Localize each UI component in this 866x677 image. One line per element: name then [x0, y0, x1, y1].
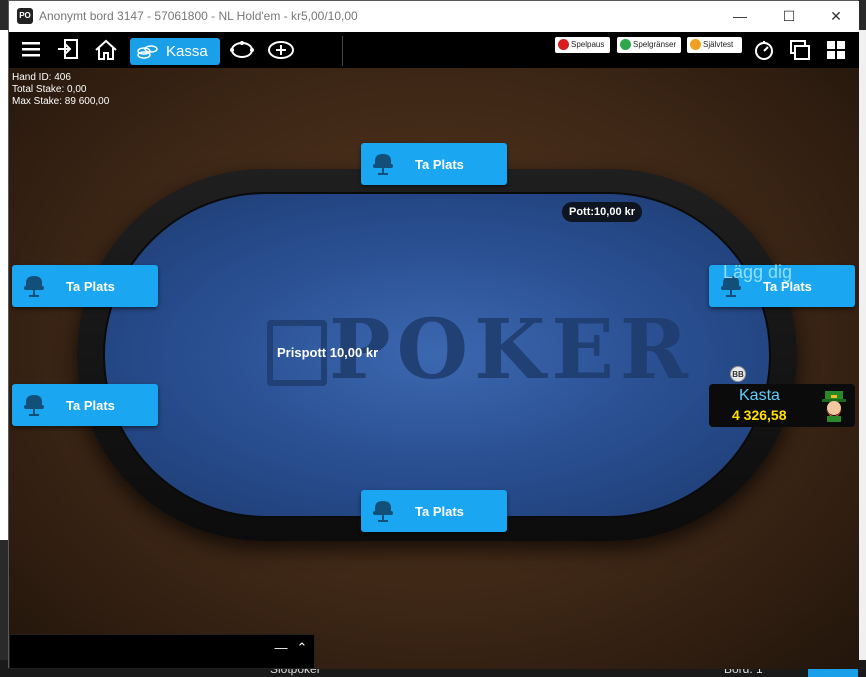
- chair-icon: [24, 395, 44, 416]
- limits-icon: [620, 39, 631, 50]
- close-button[interactable]: ✕: [816, 5, 856, 27]
- seat-bottom-take-seat-button[interactable]: Ta Plats: [361, 490, 507, 532]
- background-accent-bar: [808, 668, 858, 677]
- chips-icon: [136, 43, 158, 65]
- leprechaun-avatar: [822, 391, 846, 422]
- player-stack: 4 326,58: [732, 407, 787, 423]
- seat-label: Ta Plats: [66, 398, 115, 413]
- minimize-button[interactable]: —: [720, 5, 760, 27]
- chair-icon: [373, 154, 393, 175]
- grid-layout-icon[interactable]: [823, 38, 849, 62]
- poker-logo-text: POKER: [329, 302, 695, 398]
- pause-icon: [558, 39, 569, 50]
- seat-label: Ta Plats: [415, 157, 464, 172]
- chat-expand-button[interactable]: ⌃: [294, 640, 310, 656]
- kassa-label: Kassa: [166, 43, 208, 60]
- seat-label: Ta Plats: [66, 279, 115, 294]
- pot-badge: Pott:10,00 kr: [562, 202, 642, 222]
- timer-icon[interactable]: [751, 38, 777, 62]
- seat-left-lower-take-seat-button[interactable]: Ta Plats: [12, 384, 158, 426]
- fold-overlay-label: Lägg dig: [723, 262, 793, 282]
- toolbar-divider: [342, 36, 343, 66]
- chat-minimize-button[interactable]: —: [273, 640, 289, 655]
- spelpaus-label: Spelpaus: [571, 40, 605, 49]
- hand-info: Hand ID: 406 Total Stake: 0,00 Max Stake…: [12, 72, 109, 108]
- player-action: Kasta: [739, 387, 780, 404]
- desktop: Slotpoker Bord: 1 PO Anonymt bord 3147 -…: [0, 0, 866, 677]
- spelgranser-badge[interactable]: Spelgränser: [617, 37, 681, 53]
- gauge-icon: [690, 39, 701, 50]
- chair-icon: [373, 501, 393, 522]
- title-bar: PO Anonymt bord 3147 - 57061800 - NL Hol…: [9, 1, 859, 32]
- chair-icon: [24, 276, 44, 297]
- window-switch-icon[interactable]: [787, 38, 813, 62]
- exit-table-icon[interactable]: [55, 38, 81, 62]
- poker-table-window: PO Anonymt bord 3147 - 57061800 - NL Hol…: [8, 0, 859, 669]
- seat-top-take-seat-button[interactable]: Ta Plats: [361, 143, 507, 185]
- chat-bar[interactable]: — ⌃: [9, 634, 315, 669]
- spelgranser-label: Spelgränser: [633, 40, 677, 49]
- max-stake: Max Stake: 89 600,00: [12, 96, 110, 107]
- prize-pot-label: Prispott 10,00 kr: [277, 345, 379, 360]
- table-view-icon[interactable]: [228, 38, 254, 62]
- home-icon[interactable]: [93, 38, 119, 62]
- background-window-right: [858, 30, 866, 677]
- add-table-icon[interactable]: [267, 38, 294, 62]
- maximize-button[interactable]: ☐: [769, 5, 809, 27]
- kassa-button[interactable]: Kassa: [130, 38, 220, 65]
- hand-id: Hand ID: 406: [12, 72, 71, 83]
- sjalvtest-badge[interactable]: Självtest: [687, 37, 742, 53]
- player-seat: Kasta 4 326,58: [709, 384, 855, 427]
- spelpaus-badge[interactable]: Spelpaus: [555, 37, 610, 53]
- table-area: Hand ID: 406 Total Stake: 0,00 Max Stake…: [9, 68, 859, 669]
- window-title: Anonymt bord 3147 - 57061800 - NL Hold'e…: [39, 9, 358, 23]
- seat-label: Ta Plats: [415, 504, 464, 519]
- seat-left-upper-take-seat-button[interactable]: Ta Plats: [12, 265, 158, 307]
- app-icon: PO: [17, 8, 33, 24]
- toolbar: Kassa Spelpaus Spelgränser Självtest: [9, 32, 859, 68]
- sjalvtest-label: Självtest: [703, 40, 734, 49]
- total-stake: Total Stake: 0,00: [12, 84, 87, 95]
- seat-right-take-seat-button[interactable]: Ta Plats Lägg dig: [709, 262, 855, 307]
- background-window-left: [0, 30, 8, 540]
- menu-icon[interactable]: [18, 38, 44, 62]
- big-blind-badge: BB: [730, 366, 746, 382]
